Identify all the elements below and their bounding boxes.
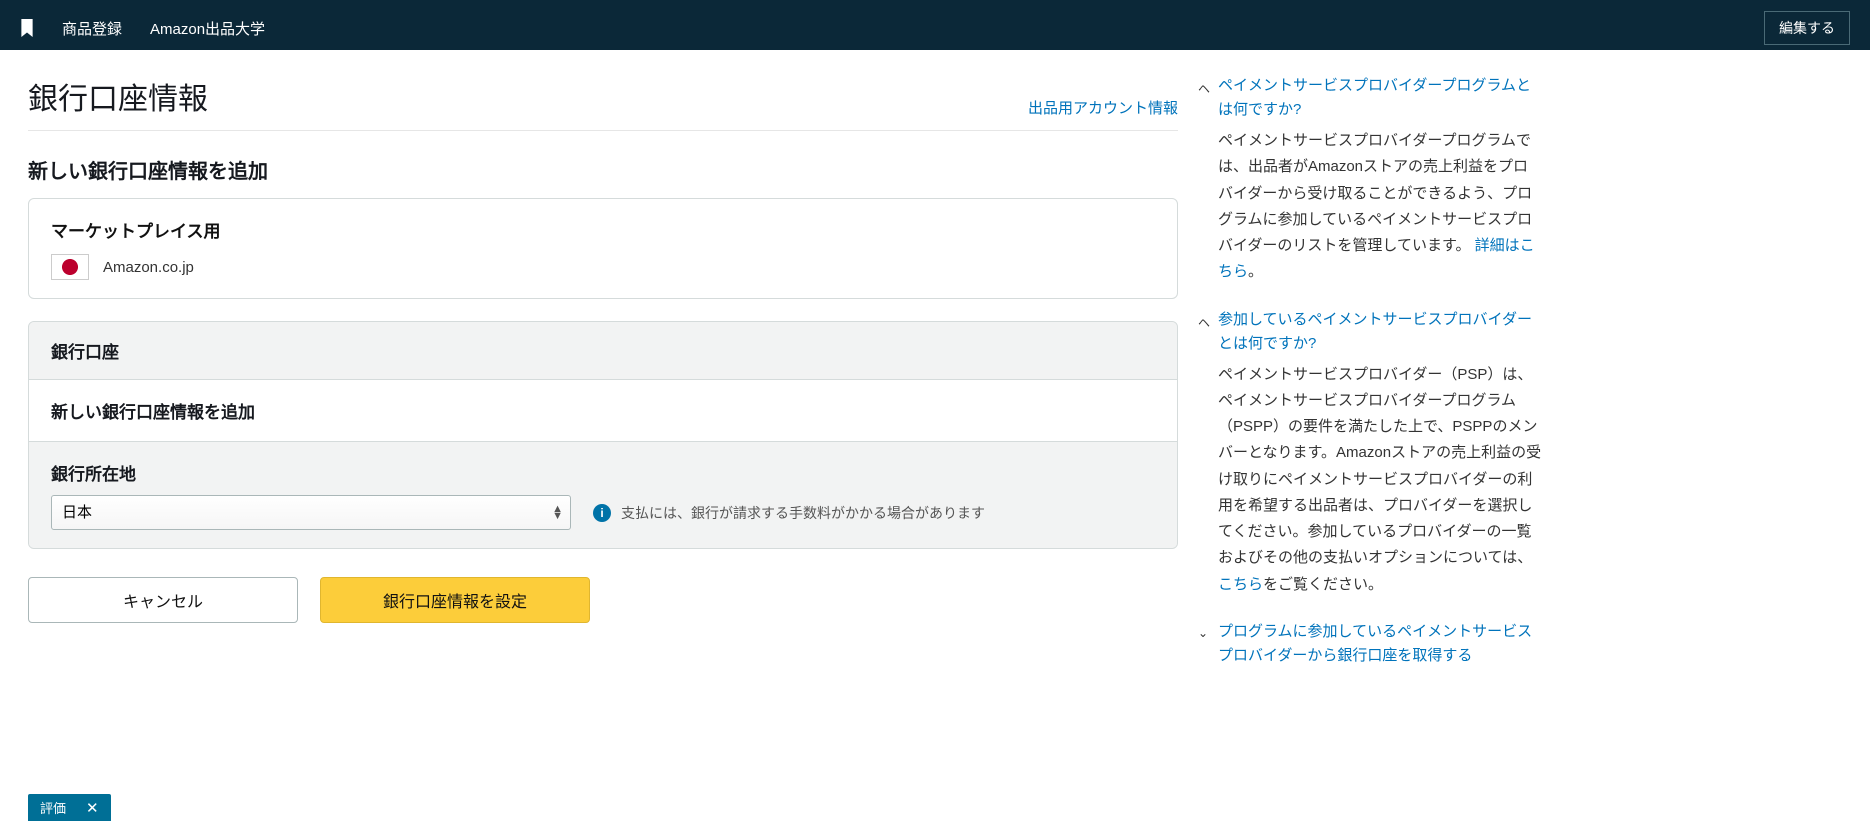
faq-title-1[interactable]: ペイメントサービスプロバイダープログラムとは何ですか? xyxy=(1218,74,1542,122)
rating-label: 評価 xyxy=(40,798,66,817)
nav-seller-university[interactable]: Amazon出品大学 xyxy=(150,18,265,39)
faq-title-2[interactable]: 参加しているペイメントサービスプロバイダーとは何ですか? xyxy=(1218,308,1542,356)
faq-desc-2: ペイメントサービスプロバイダー（PSP）は、ペイメントサービスプロバイダープログ… xyxy=(1218,362,1542,598)
faq-link-2[interactable]: こちら xyxy=(1218,576,1263,593)
rating-widget[interactable]: 評価 ✕ xyxy=(28,794,111,821)
submit-button[interactable]: 銀行口座情報を設定 xyxy=(320,577,590,623)
help-sidebar: ヘ ペイメントサービスプロバイダープログラムとは何ですか? ペイメントサービスプ… xyxy=(1202,74,1542,690)
chevron-down-icon[interactable]: ⌄ xyxy=(1198,626,1208,640)
page-title: 銀行口座情報 xyxy=(28,74,208,118)
bank-location-select[interactable]: 日本 xyxy=(51,495,571,530)
add-new-bank-label: 新しい銀行口座情報を追加 xyxy=(29,380,1177,442)
chevron-up-icon[interactable]: ヘ xyxy=(1198,314,1210,331)
topbar: 商品登録 Amazon出品大学 編集する xyxy=(0,6,1870,50)
faq-desc-1: ペイメントサービスプロバイダープログラムでは、出品者がAmazonストアの売上利… xyxy=(1218,128,1542,286)
bank-location-label: 銀行所在地 xyxy=(51,460,1155,485)
section-add-new-title: 新しい銀行口座情報を追加 xyxy=(28,155,1178,184)
marketplace-label: マーケットプレイス用 xyxy=(51,217,1155,242)
japan-flag-icon xyxy=(51,254,89,280)
account-info-link[interactable]: 出品用アカウント情報 xyxy=(1028,97,1178,118)
bookmark-icon[interactable] xyxy=(20,19,34,37)
info-icon: i xyxy=(593,504,611,522)
marketplace-name: Amazon.co.jp xyxy=(103,259,194,276)
nav-product-register[interactable]: 商品登録 xyxy=(62,18,122,39)
cancel-button[interactable]: キャンセル xyxy=(28,577,298,623)
bank-account-section-header: 銀行口座 xyxy=(29,322,1177,380)
chevron-up-icon[interactable]: ヘ xyxy=(1198,80,1210,97)
faq-title-3[interactable]: プログラムに参加しているペイメントサービスプロバイダーから銀行口座を取得する xyxy=(1218,620,1542,668)
bank-account-form: 銀行口座 新しい銀行口座情報を追加 銀行所在地 日本 ▲▼ i 支払には、銀行が… xyxy=(28,321,1178,549)
edit-button[interactable]: 編集する xyxy=(1764,11,1850,45)
close-icon[interactable]: ✕ xyxy=(86,799,99,817)
fee-note: i 支払には、銀行が請求する手数料がかかる場合があります xyxy=(593,503,985,523)
marketplace-card: マーケットプレイス用 Amazon.co.jp xyxy=(28,198,1178,299)
